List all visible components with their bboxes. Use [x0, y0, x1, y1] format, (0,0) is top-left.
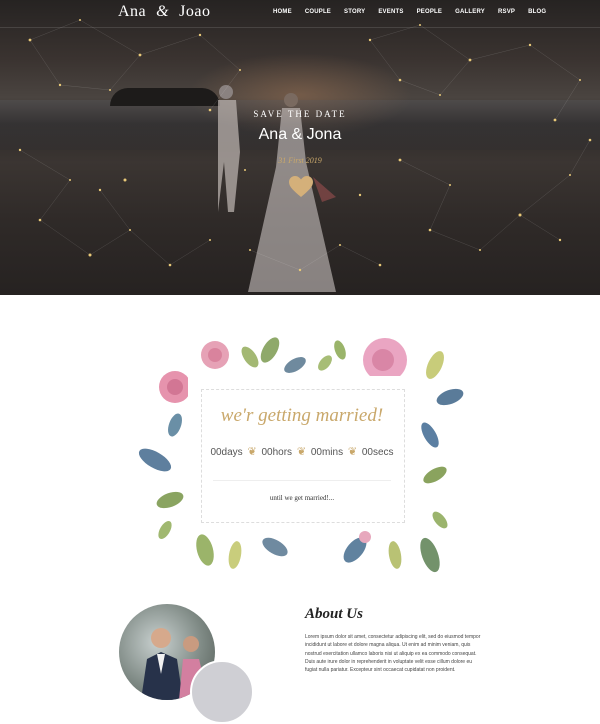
ornament-icon: ❦: [296, 446, 307, 458]
heart-icon: [289, 176, 313, 197]
secondary-photo: [190, 660, 254, 724]
top-navbar: Ana & Joao HOME COUPLE STORY EVENTS PEOPLE…: [0, 0, 600, 28]
countdown-days: 00days: [210, 447, 243, 458]
wedding-date: 31 First 2019: [278, 156, 322, 165]
main-menu: HOME COUPLE STORY EVENTS PEOPLE GALLERY …: [273, 9, 559, 15]
logo-right-name: Joao: [179, 3, 211, 20]
logo-left-name: Ana: [118, 3, 147, 20]
nav-item-blog[interactable]: BLOG: [528, 9, 546, 15]
countdown-heading: we'r getting married!: [220, 405, 384, 426]
countdown-secs: 00secs: [361, 447, 394, 458]
nav-item-rsvp[interactable]: RSVP: [498, 9, 515, 15]
ornament-icon: ❦: [347, 446, 358, 458]
countdown-mins: 00mins: [310, 447, 344, 458]
countdown-subtext: until we get married!...: [269, 494, 335, 502]
couple-names: Ana & Jona: [258, 126, 342, 143]
constellation-overlay: [18, 19, 592, 272]
about-us-text: Lorem ipsum dolor sit amet, consectetur …: [305, 634, 481, 674]
nav-item-events[interactable]: EVENTS: [378, 9, 403, 15]
ornament-icon: ❦: [247, 446, 257, 458]
nav-item-people[interactable]: PEOPLE: [417, 9, 443, 15]
about-us-heading: About Us: [305, 606, 363, 622]
nav-item-couple[interactable]: COUPLE: [305, 9, 331, 15]
nav-item-story[interactable]: STORY: [344, 9, 365, 15]
site-logo[interactable]: Ana & Joao: [118, 3, 210, 21]
logo-ampersand: &: [156, 3, 170, 20]
nav-item-home[interactable]: HOME: [273, 9, 292, 15]
countdown-timer: 00days ❦ 00hors ❦ 00mins ❦ 00secs: [201, 445, 403, 458]
countdown-divider: [213, 480, 391, 481]
save-the-date-kicker: SAVE THE DATE: [253, 109, 347, 119]
countdown-hours: 00hors: [261, 447, 293, 458]
hero-section: Ana & Joao HOME COUPLE STORY EVENTS PEOPLE…: [0, 0, 600, 295]
nav-item-gallery[interactable]: GALLERY: [455, 9, 485, 15]
